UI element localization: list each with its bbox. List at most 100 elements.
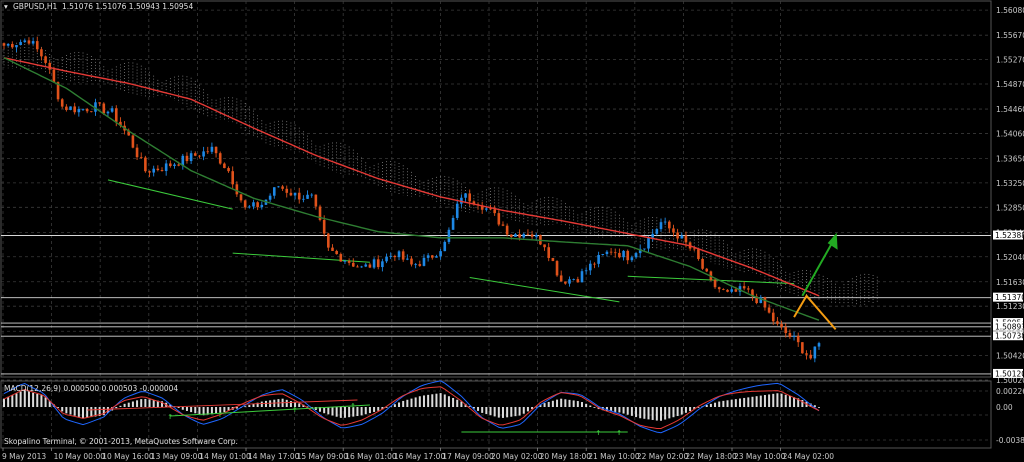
candle-body xyxy=(81,109,85,110)
candle-body xyxy=(368,264,372,268)
candle-body xyxy=(223,163,226,169)
macd-histogram-bar xyxy=(119,405,122,407)
candle-body xyxy=(73,106,76,113)
macd-histogram-bar xyxy=(614,407,617,412)
macd-histogram-bar xyxy=(414,397,417,407)
macd-histogram-bar xyxy=(443,394,446,407)
macd-histogram-bar xyxy=(181,407,184,410)
candle-body xyxy=(584,270,588,272)
candle-body xyxy=(547,247,551,258)
macd-histogram-bar xyxy=(82,407,85,419)
candle-body xyxy=(272,187,276,196)
macd-histogram-bar xyxy=(572,400,575,407)
time-tick-label: 21 May 10:00 xyxy=(588,452,640,461)
macd-histogram-bar xyxy=(651,407,654,420)
candle-body xyxy=(44,56,47,63)
price-tick-label: 1.54060 xyxy=(996,129,1024,138)
candle-body xyxy=(202,151,205,157)
candle-body xyxy=(809,354,812,359)
candle-body xyxy=(559,275,563,282)
macd-histogram-bar xyxy=(61,407,64,412)
time-tick-label: 17 May 09:00 xyxy=(442,452,494,461)
macd-histogram-bar xyxy=(131,401,134,407)
macd-histogram-bar xyxy=(410,398,413,407)
macd-histogram-bar xyxy=(331,407,334,416)
macd-histogram-bar xyxy=(194,407,197,414)
macd-histogram-bar xyxy=(626,407,629,415)
candle-body xyxy=(713,279,717,288)
macd-histogram-bar xyxy=(818,407,820,408)
main-panel[interactable] xyxy=(0,0,992,378)
time-tick-label: 15 May 09:00 xyxy=(297,452,349,461)
candle-body xyxy=(730,289,733,292)
macd-histogram-bar xyxy=(439,393,442,407)
candle-body xyxy=(314,194,318,207)
macd-histogram-bar xyxy=(589,405,592,407)
macd-histogram-bar xyxy=(630,407,633,416)
macd-histogram-bar xyxy=(551,400,554,407)
candle-body xyxy=(780,323,783,327)
macd-histogram-bar xyxy=(356,407,359,417)
candle-body xyxy=(281,186,284,189)
signal-arrow-icon: ↑ xyxy=(616,428,621,438)
macd-histogram-bar xyxy=(73,407,76,416)
candle-body xyxy=(451,217,455,230)
candle-body xyxy=(747,288,750,290)
macd-histogram-bar xyxy=(260,401,263,407)
candle-body xyxy=(23,40,27,43)
macd-histogram-bar xyxy=(497,407,500,418)
macd-histogram-bar xyxy=(743,397,746,407)
candle-body xyxy=(788,333,792,337)
candle-body xyxy=(243,200,247,208)
macd-histogram-bar xyxy=(622,407,625,414)
candle-body xyxy=(668,221,671,229)
macd-histogram-bar xyxy=(593,407,596,408)
candle-body xyxy=(135,147,139,158)
candle-body xyxy=(767,307,771,313)
candle-body xyxy=(464,193,467,198)
price-tick-label: 1.52850 xyxy=(996,203,1024,212)
candle-body xyxy=(114,108,118,122)
candle-body xyxy=(796,336,800,343)
candle-body xyxy=(268,195,272,200)
price-tick-label: 1.54870 xyxy=(996,80,1024,89)
chart-collapse-icon[interactable]: ▾ xyxy=(4,2,8,11)
candle-body xyxy=(148,171,151,173)
candle-body xyxy=(339,254,343,262)
candle-body xyxy=(406,258,409,260)
copyright-text: Skopalino Terminal, © 2001-2013, MetaQuo… xyxy=(4,437,238,446)
macd-histogram-bar xyxy=(339,407,342,418)
candle-body xyxy=(347,260,351,263)
candle-body xyxy=(485,208,488,210)
macd-histogram-bar xyxy=(639,407,642,419)
macd-histogram-bar xyxy=(456,399,459,407)
candle-body xyxy=(589,263,592,271)
candle-body xyxy=(77,109,81,113)
price-chart[interactable]: ↑ ↑ ↑ ↑ ↑ ↑ 1.56080 1.55670 1.55270 1.54870 1.544… xyxy=(0,0,1024,462)
macd-histogram-bar xyxy=(15,393,18,407)
macd-histogram-bar xyxy=(585,403,588,407)
macd-histogram-bar xyxy=(364,407,367,415)
signal-arrow-icon: ↑ xyxy=(596,428,601,438)
macd-histogram-bar xyxy=(152,400,155,407)
candle-body xyxy=(576,279,580,283)
candle-body xyxy=(210,146,214,152)
macd-histogram-bar xyxy=(684,407,687,413)
price-tick-label: 1.52040 xyxy=(996,253,1024,262)
macd-histogram-bar xyxy=(252,403,255,407)
macd-histogram-bar xyxy=(377,407,380,411)
macd-histogram-bar xyxy=(460,401,463,407)
candle-body xyxy=(214,146,218,154)
candle-body xyxy=(684,235,688,243)
candle-body xyxy=(60,99,64,107)
time-tick-label: 13 May 09:00 xyxy=(151,452,203,461)
candle-body xyxy=(131,135,135,148)
candle-body xyxy=(543,244,546,248)
candle-body xyxy=(692,248,696,250)
candle-body xyxy=(40,49,43,57)
macd-histogram-bar xyxy=(32,392,35,407)
macd-histogram-bar xyxy=(514,407,517,417)
candle-body xyxy=(110,108,114,112)
macd-histogram-bar xyxy=(526,407,529,412)
price-tick-label: 1.51630 xyxy=(996,278,1024,287)
